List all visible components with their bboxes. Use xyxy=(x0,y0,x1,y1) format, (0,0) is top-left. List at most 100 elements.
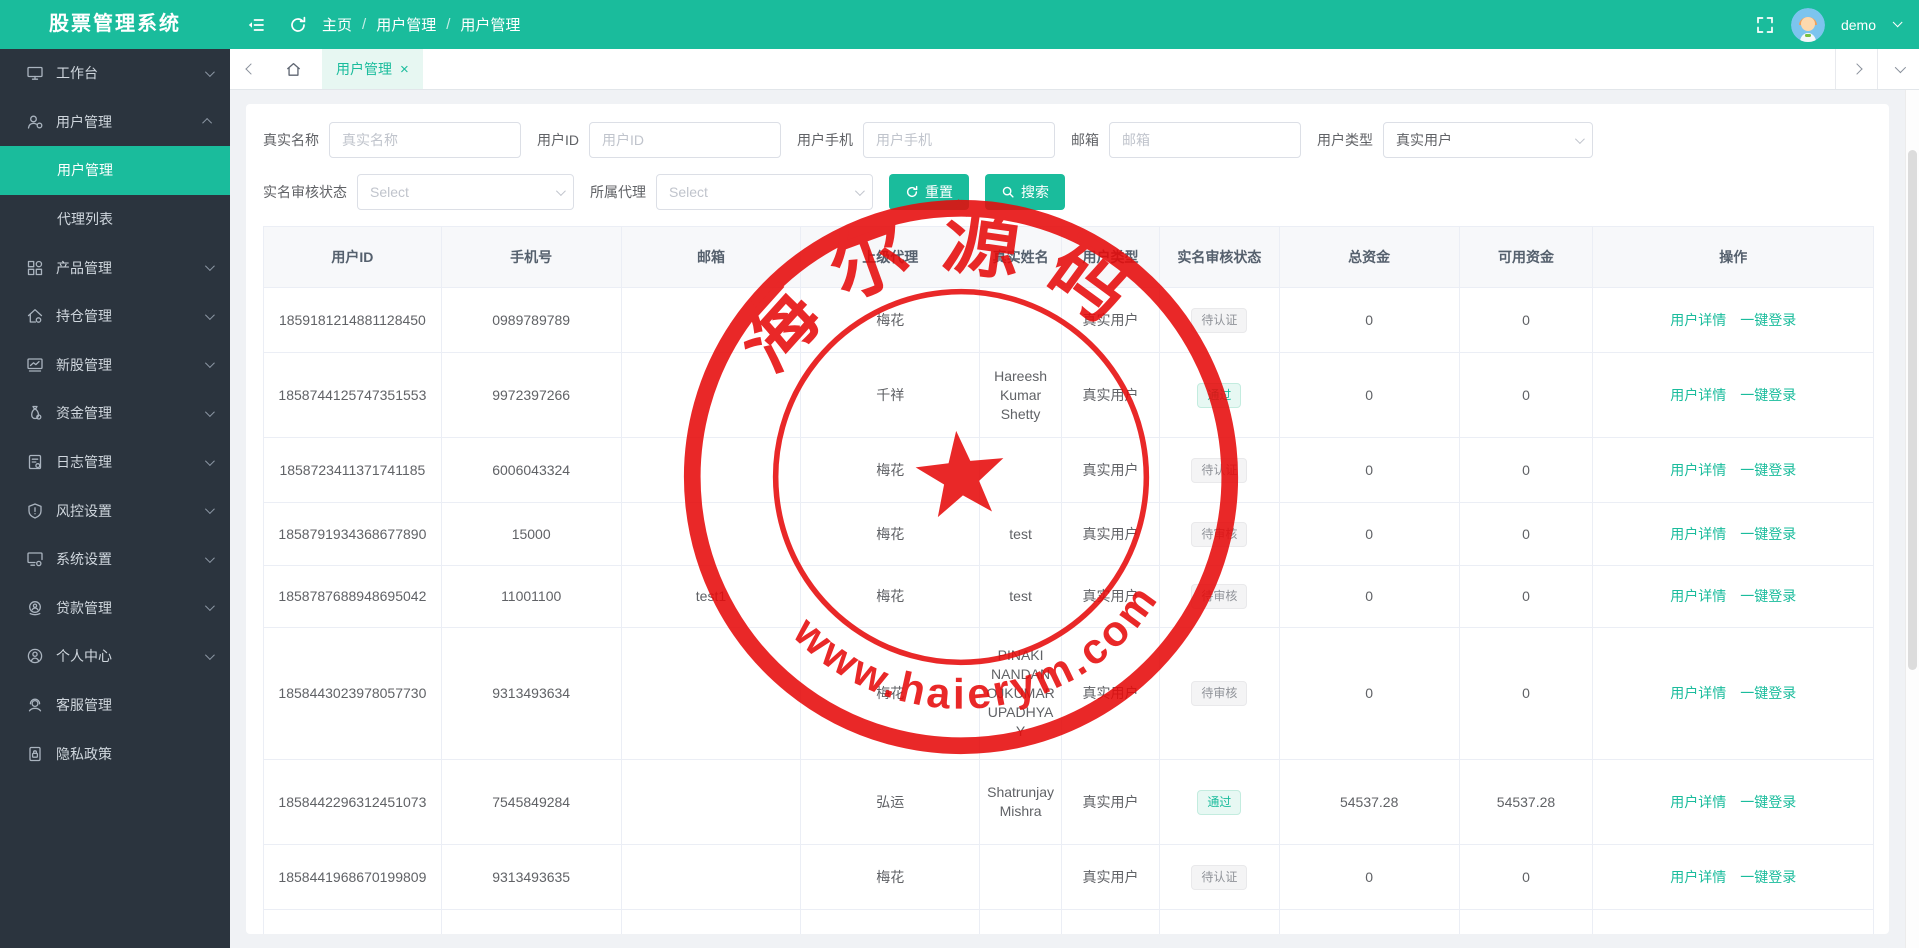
cell-email xyxy=(622,760,802,844)
user-detail-link[interactable]: 用户详情 xyxy=(1670,793,1726,812)
sidebar-item-客服管理[interactable]: 客服管理 xyxy=(0,681,230,730)
sidebar-item-label: 资金管理 xyxy=(56,405,112,422)
user-detail-link[interactable]: 用户详情 xyxy=(1670,525,1726,544)
scrollbar-thumb[interactable] xyxy=(1908,150,1917,670)
cell-agent: 弘运 xyxy=(801,760,981,844)
user-detail-link[interactable]: 用户详情 xyxy=(1670,587,1726,606)
quick-login-link[interactable]: 一键登录 xyxy=(1740,793,1796,812)
cell-name: Hareesh Kumar Shetty xyxy=(980,353,1063,437)
filter-input-真实名称[interactable] xyxy=(329,122,521,158)
quick-login-link[interactable]: 一键登录 xyxy=(1740,386,1796,405)
tabbar-spacer xyxy=(423,49,1835,89)
quick-login-link[interactable]: 一键登录 xyxy=(1740,587,1796,606)
sidebar-item-系统设置[interactable]: 系统设置 xyxy=(0,535,230,584)
cell-status: 通过 xyxy=(1160,353,1280,437)
avatar[interactable] xyxy=(1790,7,1825,42)
quick-login-link[interactable]: 一键登录 xyxy=(1740,461,1796,480)
vertical-scrollbar[interactable] xyxy=(1905,90,1919,948)
user-detail-link[interactable]: 用户详情 xyxy=(1670,386,1726,405)
cell-type: 真实用户 xyxy=(1062,845,1160,909)
cell-name: test xyxy=(980,503,1063,565)
filter-select-用户类型[interactable]: 真实用户 xyxy=(1383,122,1593,158)
app-title: 股票管理系统 xyxy=(0,0,230,49)
cell-email xyxy=(622,288,802,352)
status-badge: 通过 xyxy=(1197,382,1242,408)
breadcrumb-item[interactable]: 用户管理 xyxy=(376,14,436,35)
cell-phone: 0989789789 xyxy=(442,288,622,352)
sidebar-item-产品管理[interactable]: 产品管理 xyxy=(0,243,230,292)
close-icon[interactable]: × xyxy=(400,62,409,77)
home-tab-button[interactable] xyxy=(272,49,314,89)
cell-id: 1858744125747351553 xyxy=(264,353,442,437)
tabs-scroll-right-button[interactable] xyxy=(1835,49,1877,89)
sidebar-subitem-代理列表[interactable]: 代理列表 xyxy=(0,195,230,244)
quick-login-link[interactable]: 一键登录 xyxy=(1740,311,1796,330)
user-detail-link[interactable]: 用户详情 xyxy=(1670,868,1726,887)
quick-login-link[interactable]: 一键登录 xyxy=(1740,868,1796,887)
filter-input-用户ID[interactable] xyxy=(589,122,781,158)
column-header-name: 真实姓名 xyxy=(980,227,1063,287)
cell-id: 1858723411371741185 xyxy=(264,438,442,502)
cell-name xyxy=(980,288,1063,352)
cell-total: 0 xyxy=(1280,566,1460,627)
sidebar-item-日志管理[interactable]: 日志管理 xyxy=(0,438,230,487)
cell-total: 0 xyxy=(1280,845,1460,909)
sidebar-item-用户管理[interactable]: 用户管理 xyxy=(0,98,230,147)
tabs-menu-button[interactable] xyxy=(1877,49,1919,89)
privacy-doc-icon xyxy=(26,745,44,763)
select-value: 真实用户 xyxy=(1396,132,1452,148)
chevron-down-icon xyxy=(204,66,215,77)
refresh-icon[interactable] xyxy=(288,15,308,35)
monitor-icon xyxy=(26,64,44,82)
cell-type: 真实用户 xyxy=(1062,760,1160,844)
tabs-scroll-left-button[interactable] xyxy=(230,49,272,89)
sidebar-item-持仓管理[interactable]: 持仓管理 xyxy=(0,292,230,341)
sidebar-item-个人中心[interactable]: 个人中心 xyxy=(0,632,230,681)
filter-select-所属代理[interactable]: Select xyxy=(656,174,873,210)
select-value: Select xyxy=(669,184,708,200)
column-header-status: 实名审核状态 xyxy=(1160,227,1280,287)
column-header-agent: 上级代理 xyxy=(801,227,981,287)
sidebar-item-工作台[interactable]: 工作台 xyxy=(0,49,230,98)
chevron-down-icon xyxy=(204,358,215,369)
cell-id: 1858441968670199809 xyxy=(264,845,442,909)
sidebar-item-新股管理[interactable]: 新股管理 xyxy=(0,341,230,390)
main-content: 真实名称用户ID用户手机邮箱用户类型真实用户 实名审核状态Select所属代理S… xyxy=(230,90,1905,948)
sidebar-item-贷款管理[interactable]: 贷款管理 xyxy=(0,584,230,633)
breadcrumb-separator: / xyxy=(362,16,367,33)
username[interactable]: demo xyxy=(1841,17,1876,33)
sidebar-item-风控设置[interactable]: 风控设置 xyxy=(0,486,230,535)
breadcrumb-item[interactable]: 主页 xyxy=(322,14,352,35)
cell-available: 0 xyxy=(1460,353,1594,437)
quick-login-link[interactable]: 一键登录 xyxy=(1740,525,1796,544)
newstock-chart-icon xyxy=(26,356,44,374)
fullscreen-icon[interactable] xyxy=(1755,15,1775,35)
cell-status: 驳回 xyxy=(1160,910,1280,934)
select-value: Select xyxy=(370,184,409,200)
sidebar-subitem-用户管理[interactable]: 用户管理 xyxy=(0,146,230,195)
column-header-email: 邮箱 xyxy=(622,227,802,287)
collapse-menu-icon[interactable] xyxy=(246,15,266,35)
tab-user-management[interactable]: 用户管理 × xyxy=(322,49,423,89)
chevron-down-icon xyxy=(204,407,215,417)
chevron-down-icon[interactable] xyxy=(1892,17,1903,28)
user-detail-link[interactable]: 用户详情 xyxy=(1670,311,1726,330)
sidebar-item-label: 持仓管理 xyxy=(56,308,112,325)
cell-id: 1858787688948695042 xyxy=(264,566,442,627)
chevron-down-icon xyxy=(204,504,215,515)
cell-type: 真实用户 xyxy=(1062,288,1160,352)
cell-id: 1858420448229052418 xyxy=(264,910,442,934)
cell-name xyxy=(980,438,1063,502)
sidebar-item-label: 个人中心 xyxy=(56,648,112,665)
user-detail-link[interactable]: 用户详情 xyxy=(1670,684,1726,703)
reset-button[interactable]: 重置 xyxy=(889,174,969,210)
search-button[interactable]: 搜索 xyxy=(985,174,1065,210)
quick-login-link[interactable]: 一键登录 xyxy=(1740,684,1796,703)
sidebar-item-隐私政策[interactable]: 隐私政策 xyxy=(0,729,230,778)
user-detail-link[interactable]: 用户详情 xyxy=(1670,461,1726,480)
filter-select-实名审核状态[interactable]: Select xyxy=(357,174,574,210)
sidebar-item-资金管理[interactable]: 资金管理 xyxy=(0,389,230,438)
filter-input-用户手机[interactable] xyxy=(863,122,1055,158)
filter-input-邮箱[interactable] xyxy=(1109,122,1301,158)
sidebar-item-label: 贷款管理 xyxy=(56,599,112,616)
